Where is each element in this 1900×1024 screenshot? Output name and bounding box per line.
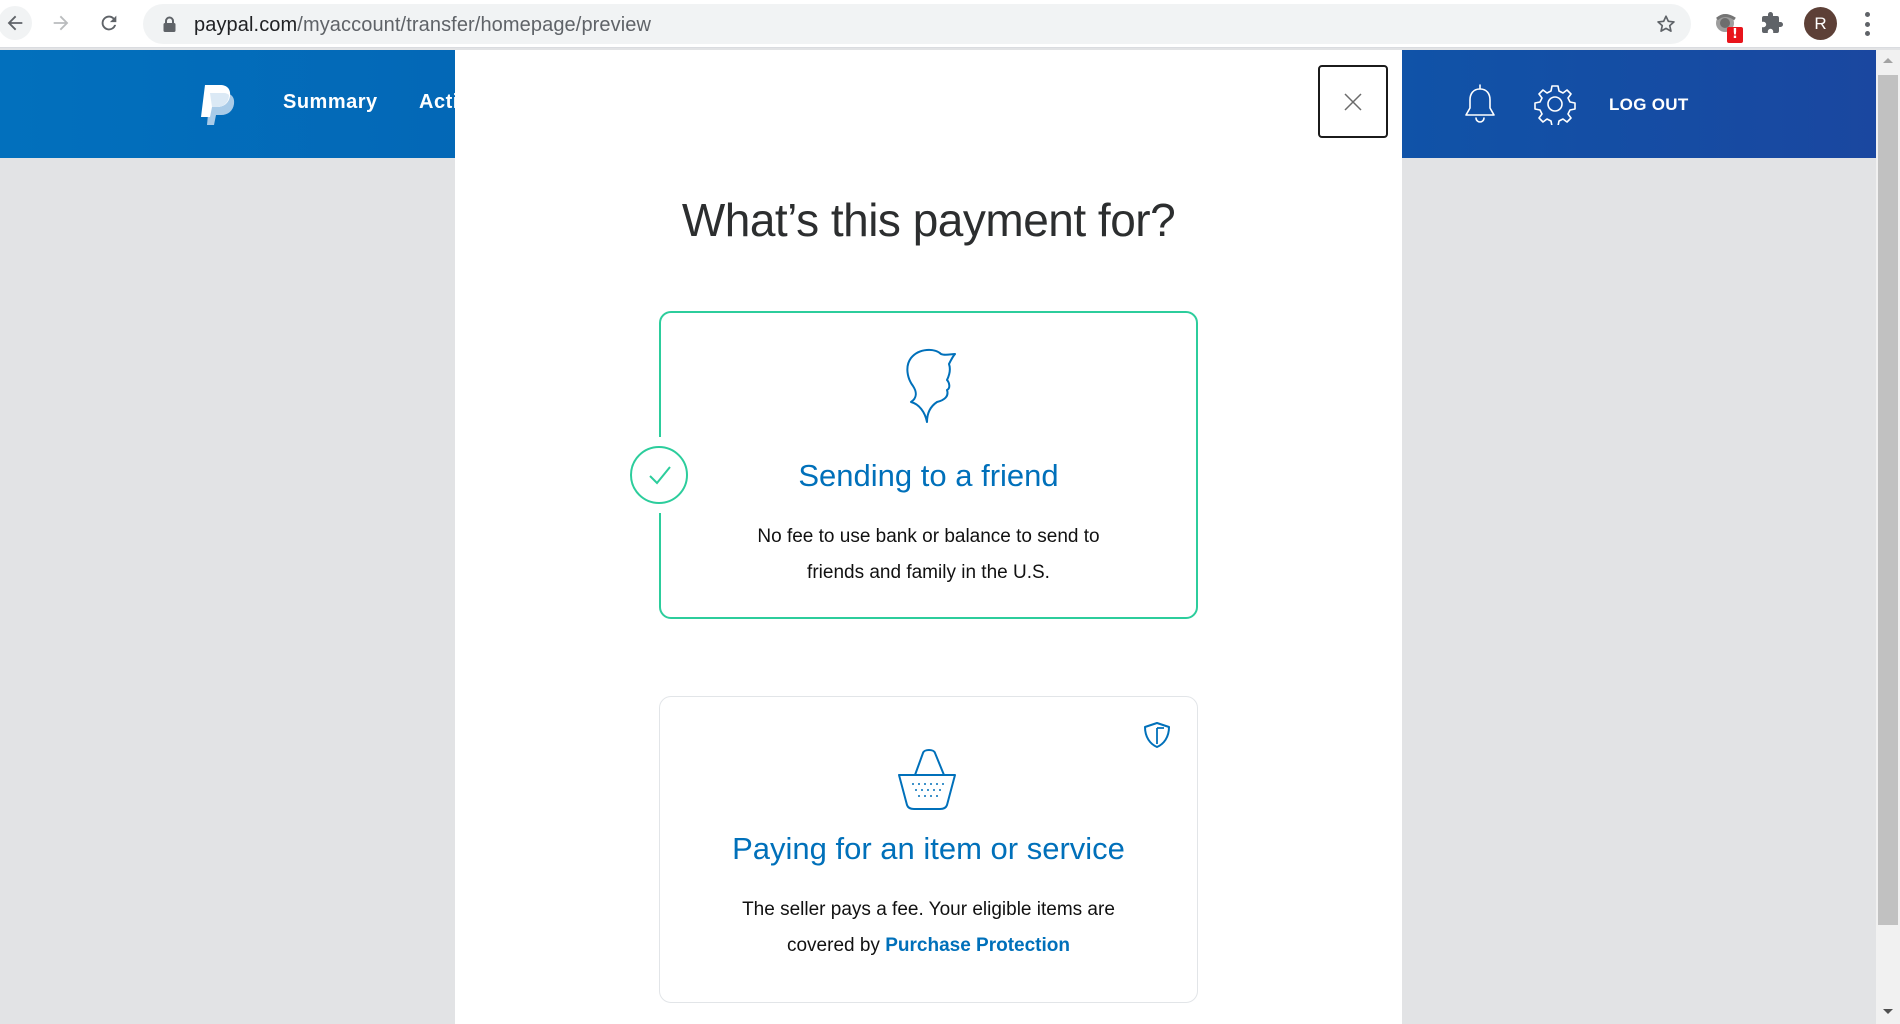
- arrow-right-icon: [53, 15, 69, 31]
- logout-link[interactable]: LOG OUT: [1609, 95, 1689, 115]
- payment-purpose-modal: What’s this payment for? Sending to a fr…: [455, 50, 1402, 1024]
- option-card-item-service[interactable]: Paying for an item or service The seller…: [659, 696, 1198, 1003]
- address-bar[interactable]: paypal.com/myaccount/transfer/homepage/p…: [143, 4, 1691, 44]
- description-prefix: covered by: [786, 935, 886, 956]
- scroll-up-arrow[interactable]: [1883, 58, 1893, 63]
- option-card-friend[interactable]: Sending to a friend No fee to use bank o…: [630, 311, 1198, 619]
- url-text[interactable]: paypal.com/myaccount/transfer/homepage/p…: [194, 14, 651, 37]
- browser-toolbar: paypal.com/myaccount/transfer/homepage/p…: [0, 0, 1900, 48]
- description-line: friends and family in the U.S.: [807, 562, 1050, 583]
- forward-button[interactable]: [44, 6, 78, 40]
- option-title: Paying for an item or service: [732, 831, 1125, 866]
- option-title: Sending to a friend: [798, 458, 1059, 493]
- purchase-protection-link[interactable]: Purchase Protection: [885, 935, 1070, 956]
- paypal-logo[interactable]: [200, 85, 236, 125]
- url-path: /myaccount/transfer/homepage/preview: [297, 14, 652, 36]
- reload-button[interactable]: [92, 6, 126, 40]
- reload-icon: [101, 15, 117, 31]
- arrow-left-icon: [7, 15, 23, 31]
- option-description: The seller pays a fee. Your eligible ite…: [700, 892, 1157, 964]
- shield-icon: [1144, 722, 1170, 748]
- scroll-thumb[interactable]: [1878, 75, 1898, 925]
- close-button[interactable]: [1318, 65, 1388, 138]
- shopping-basket-icon: [897, 749, 956, 810]
- profile-avatar[interactable]: R: [1804, 7, 1837, 40]
- back-button[interactable]: [0, 6, 32, 40]
- nav-activity[interactable]: Acti: [419, 91, 459, 114]
- modal-title: What’s this payment for?: [681, 194, 1176, 246]
- page-scrollbar[interactable]: [1876, 50, 1900, 1024]
- description-line: covered by Purchase Protection: [700, 928, 1157, 964]
- friend-silhouette-icon: [905, 348, 956, 423]
- extension-alert-badge: !: [1727, 27, 1743, 43]
- settings-gear-icon[interactable]: [1534, 83, 1576, 125]
- bookmark-star-icon[interactable]: [1655, 13, 1677, 35]
- extensions-puzzle-icon[interactable]: [1760, 11, 1784, 35]
- close-icon: [1344, 92, 1362, 111]
- scroll-down-arrow[interactable]: [1883, 1009, 1893, 1014]
- url-domain: paypal.com: [194, 14, 298, 36]
- browser-menu-button[interactable]: [1862, 10, 1872, 38]
- description-line: The seller pays a fee. Your eligible ite…: [742, 899, 1115, 920]
- notifications-bell-icon[interactable]: [1462, 83, 1498, 125]
- option-description: No fee to use bank or balance to send to…: [701, 519, 1156, 591]
- lock-icon: [163, 16, 176, 32]
- description-line: No fee to use bank or balance to send to: [757, 526, 1100, 547]
- nav-summary[interactable]: Summary: [283, 91, 378, 114]
